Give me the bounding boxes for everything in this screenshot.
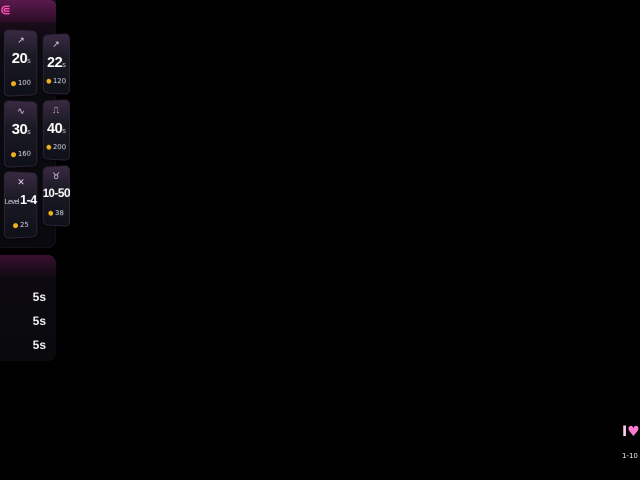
option-card-2[interactable]: ∿ 30s 160 [3,100,38,168]
list-item-time: 5s [32,290,46,304]
list-item-time: 5s [32,338,46,352]
coin-icon [10,151,16,157]
card-value: 22s [47,53,66,72]
card-value: 10-50s [42,185,70,201]
list-item-time: 5s [32,314,46,328]
card-cost: 200 [43,143,70,152]
option-card-4[interactable]: ✕ Level1-4 25 [3,171,38,239]
coin-icon [13,222,19,228]
card-cost: 38 [43,209,70,218]
panel-header: ⋐ [0,0,56,22]
option-card-0[interactable]: ↗ 20s 100 [3,29,38,97]
card-icon: ↗ [17,35,25,47]
love-badge-icon[interactable]: I♥ [622,424,640,440]
option-card-5[interactable]: ♉ 10-50s 38 [42,165,70,227]
option-card-3[interactable]: ⎍ 40s 200 [42,99,70,161]
back-icon[interactable]: ⋐ [0,3,11,19]
card-icon: ♉ [52,171,60,183]
card-value: Level1-4 [4,191,37,208]
card-value: 30s [11,120,31,139]
card-cost: 120 [43,77,70,86]
card-icon: ✕ [17,177,25,189]
badge-label: 1-10 t [622,452,640,460]
timer-list-panel: 5s 5s 5s [0,255,56,361]
card-icon: ∿ [17,106,25,118]
game-options-panel: ⋐ ↗ 20s 100 ↗ 22s 120 ∿ 30s 160 ⎍ 40s 20… [0,0,70,248]
coin-icon [10,80,16,86]
card-value: 20s [11,49,31,68]
card-icon: ⎍ [52,105,60,117]
card-icon: ↗ [52,39,60,51]
card-cost: 25 [4,221,38,230]
option-card-1[interactable]: ↗ 22s 120 [42,33,70,95]
coin-icon [46,144,52,150]
card-value: 40s [47,119,66,138]
card-cost: 100 [4,79,38,88]
coin-icon [46,78,52,84]
coin-icon [48,210,54,216]
card-cost: 160 [4,150,38,159]
